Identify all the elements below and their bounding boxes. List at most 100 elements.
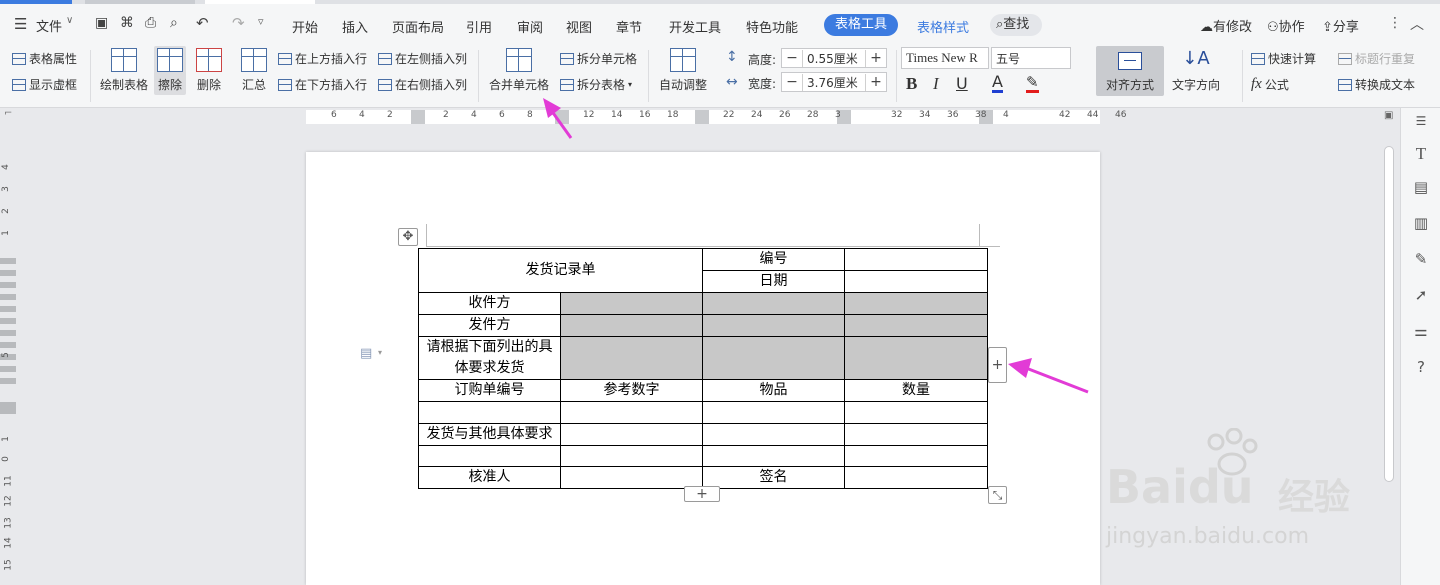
underline-button[interactable]: U <box>956 74 968 93</box>
split-table-button[interactable]: 拆分表格 ▾ <box>560 76 632 93</box>
gray-cell[interactable] <box>702 292 845 315</box>
collab-button[interactable]: ⚇协作 <box>1267 16 1305 35</box>
number-value-cell[interactable] <box>844 248 988 271</box>
quick-calc-button[interactable]: 快速计算 <box>1251 50 1316 67</box>
empty-cell[interactable] <box>560 401 703 424</box>
panel-menu-icon[interactable]: ☰ <box>1411 114 1431 128</box>
minus-icon[interactable]: − <box>782 50 802 66</box>
paragraph-icon[interactable]: ▤ <box>360 346 372 361</box>
format-painter-icon[interactable]: ⌘ <box>120 15 134 31</box>
tab-home[interactable]: 开始 <box>292 17 318 36</box>
scroll-thumb[interactable] <box>1384 146 1394 482</box>
to-text-button[interactable]: 转换成文本 <box>1338 76 1415 93</box>
signature-label-cell[interactable]: 签名 <box>702 466 845 489</box>
font-name-select[interactable]: Times New R <box>901 47 989 69</box>
italic-button[interactable]: I <box>933 74 939 94</box>
empty-cell[interactable] <box>702 422 845 446</box>
empty-cell[interactable] <box>418 401 561 424</box>
repeat-header-button[interactable]: 标题行重复 <box>1338 50 1415 67</box>
gray-cell[interactable] <box>844 292 988 315</box>
ruler-column-marker[interactable] <box>411 110 425 124</box>
tab-stop-icon[interactable]: ⌐ <box>4 108 12 119</box>
order-no-cell[interactable]: 订购单编号 <box>418 379 561 402</box>
scroll-top-icon[interactable]: ▣ <box>1384 110 1393 121</box>
gray-cell[interactable] <box>702 314 845 337</box>
more-icon[interactable]: ⋮ <box>1388 15 1402 31</box>
quantity-cell[interactable]: 数量 <box>844 379 988 402</box>
empty-cell[interactable] <box>560 444 703 467</box>
date-label-cell[interactable]: 日期 <box>702 270 845 293</box>
gray-cell[interactable] <box>560 292 703 315</box>
other-req-cell[interactable]: 发货与其他具体要求 <box>418 422 561 446</box>
text-style-icon[interactable]: T <box>1411 144 1431 164</box>
reference-cell[interactable]: 参考数字 <box>560 379 703 402</box>
sliders-icon[interactable]: ⚌ <box>1411 322 1431 340</box>
print-icon[interactable]: ⎙ <box>145 15 156 31</box>
erase-button[interactable]: 擦除 <box>154 46 186 95</box>
bold-button[interactable]: B <box>906 74 917 94</box>
empty-cell[interactable] <box>560 466 703 489</box>
width-spinner[interactable]: −3.76厘米 + <box>781 72 887 92</box>
tab-references[interactable]: 引用 <box>466 17 492 36</box>
hamburger-icon[interactable]: ☰ <box>14 15 27 33</box>
width-value[interactable]: 3.76厘米 <box>802 73 866 91</box>
merge-cells-button[interactable]: 合并单元格 <box>489 48 549 93</box>
insert-left-button[interactable]: 在左侧插入列 <box>378 50 467 67</box>
document-settings-icon[interactable]: ▥ <box>1411 214 1431 232</box>
search-button[interactable]: ⌕查找 <box>990 14 1042 36</box>
pointer-icon[interactable]: ➚ <box>1411 286 1431 304</box>
tab-table-style[interactable]: 表格样式 <box>917 17 969 36</box>
empty-cell[interactable] <box>844 466 988 489</box>
print-preview-icon[interactable]: ⌕ <box>170 15 178 31</box>
gray-cell[interactable] <box>560 314 703 337</box>
ruler-column-marker[interactable] <box>695 110 709 124</box>
insert-below-button[interactable]: 在下方插入行 <box>278 76 367 93</box>
text-direction-button[interactable]: ↓A 文字方向 <box>1172 48 1220 93</box>
tab-insert[interactable]: 插入 <box>342 17 368 36</box>
auto-fit-button[interactable]: 自动调整 <box>659 48 707 93</box>
split-cells-button[interactable]: 拆分单元格 <box>560 50 637 67</box>
align-button[interactable]: 对齐方式 <box>1096 46 1164 96</box>
empty-cell[interactable] <box>844 444 988 467</box>
horizontal-ruler[interactable]: ⌐ 6 4 2 2 4 6 8 12 14 16 18 22 24 26 28 3 32 34 36 38 4 42 44 4… <box>0 108 1380 124</box>
plus-icon[interactable]: + <box>866 50 886 66</box>
help-icon[interactable]: ? <box>1411 358 1431 376</box>
approver-cell[interactable]: 核准人 <box>418 466 561 489</box>
document-icon[interactable]: ▤ <box>1411 178 1431 196</box>
tab-review[interactable]: 审阅 <box>517 17 543 36</box>
resize-table-icon[interactable]: ⤡ <box>988 486 1007 504</box>
date-value-cell[interactable] <box>844 270 988 293</box>
collapse-ribbon-icon[interactable]: ︿ <box>1410 14 1424 34</box>
sender-cell[interactable]: 发件方 <box>418 314 561 337</box>
number-label-cell[interactable]: 编号 <box>702 248 845 271</box>
pen-icon[interactable]: ✎ <box>1411 250 1431 268</box>
shipping-record-table[interactable]: 发货记录单 编号 日期 收件方 发件方 请根据下面列出的具体要求发货 订购单编号… <box>418 248 988 489</box>
empty-cell[interactable] <box>560 422 703 446</box>
tab-developer[interactable]: 开发工具 <box>669 17 721 36</box>
empty-cell[interactable] <box>702 401 845 424</box>
table-move-handle[interactable]: ✥ <box>398 228 418 246</box>
save-icon[interactable]: ▣ <box>95 15 108 31</box>
vertical-scrollbar[interactable]: ▣ <box>1381 110 1397 585</box>
minus-icon[interactable]: − <box>782 74 802 90</box>
font-size-select[interactable]: 五号 <box>991 47 1071 69</box>
tab-page-layout[interactable]: 页面布局 <box>392 17 444 36</box>
share-button[interactable]: ⇪分享 <box>1322 16 1359 35</box>
summary-button[interactable]: 汇总 <box>241 48 267 93</box>
show-grid-button[interactable]: 显示虚框 <box>12 76 77 93</box>
height-spinner[interactable]: −0.55厘米 + <box>781 48 887 68</box>
delete-button[interactable]: 删除 <box>196 48 222 93</box>
empty-cell[interactable] <box>418 444 561 467</box>
tab-table-tools[interactable]: 表格工具 <box>824 14 898 36</box>
empty-cell[interactable] <box>702 444 845 467</box>
gray-cell[interactable] <box>844 336 988 380</box>
requirement-cell[interactable]: 请根据下面列出的具体要求发货 <box>418 336 561 380</box>
undo-icon[interactable]: ↶ <box>196 14 209 32</box>
gray-cell[interactable] <box>844 314 988 337</box>
font-color-button[interactable]: A <box>992 74 1003 93</box>
empty-cell[interactable] <box>844 422 988 446</box>
receiver-cell[interactable]: 收件方 <box>418 292 561 315</box>
item-cell[interactable]: 物品 <box>702 379 845 402</box>
draw-table-button[interactable]: 绘制表格 <box>100 48 148 93</box>
modified-status[interactable]: ☁有修改 <box>1200 16 1252 35</box>
